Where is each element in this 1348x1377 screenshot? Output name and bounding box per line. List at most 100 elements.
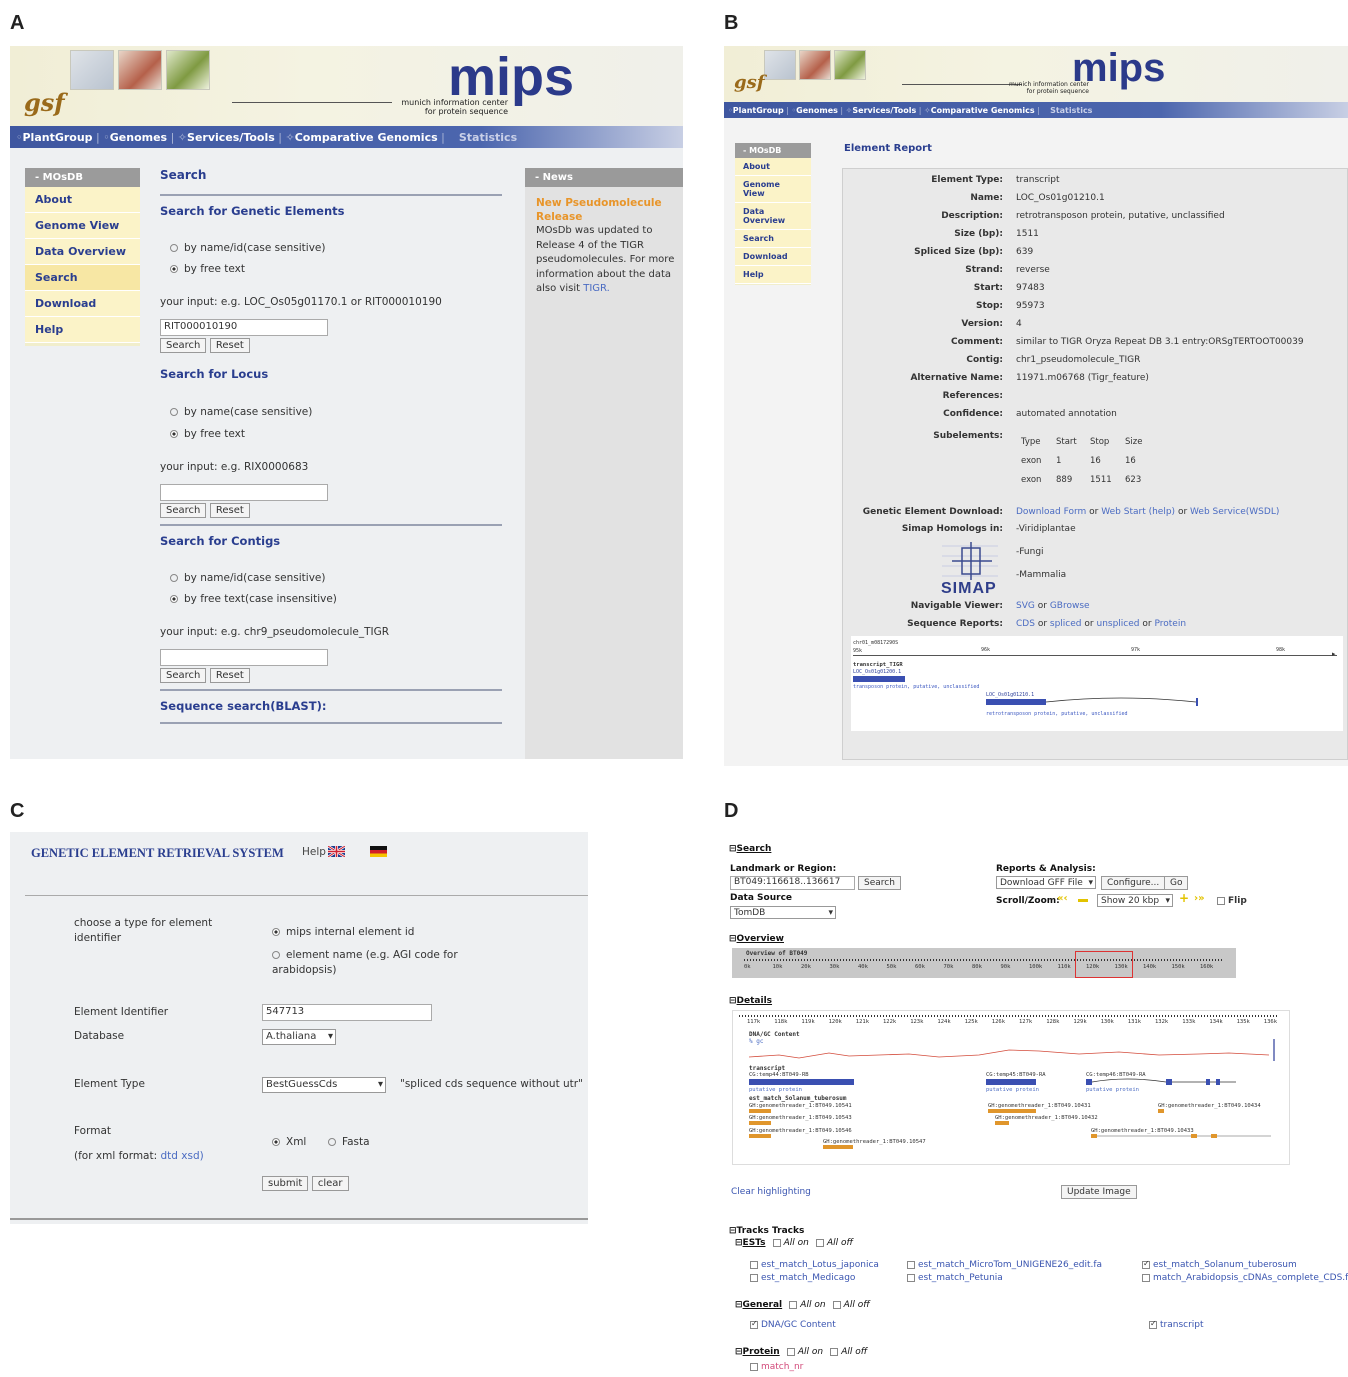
scroll-right-icon[interactable]: ›» <box>1194 893 1205 904</box>
collapse-icon[interactable]: ⊟ <box>729 844 737 854</box>
genetic-reset-button[interactable]: Reset <box>209 338 250 353</box>
feature-glyph[interactable] <box>853 676 905 682</box>
sidebar-item-data-overview[interactable]: Data Overview <box>735 203 811 230</box>
checkbox-icon[interactable] <box>789 1300 798 1309</box>
nav-plantgroup[interactable]: PlantGroup <box>733 106 784 115</box>
general-all-on[interactable]: All on <box>789 1300 826 1310</box>
expand-icon[interactable]: ⊟ <box>735 1347 743 1357</box>
search-button[interactable]: Search <box>858 876 901 890</box>
xsd-link[interactable]: xsd) <box>181 1150 203 1162</box>
database-select[interactable]: A.thaliana ▾ <box>262 1029 336 1045</box>
radio-icon[interactable] <box>328 1138 336 1146</box>
checkbox-icon[interactable] <box>1217 896 1225 905</box>
nav-plantgroup[interactable]: PlantGroup <box>23 131 93 144</box>
checkbox-icon[interactable] <box>750 1273 758 1282</box>
checkbox-icon[interactable] <box>750 1362 758 1371</box>
spliced-link[interactable]: spliced <box>1050 619 1082 629</box>
radio-icon[interactable] <box>170 574 178 582</box>
sidebar-item-genome-view[interactable]: Genome View <box>25 213 140 239</box>
sidebar-item-search[interactable]: Search <box>735 230 811 248</box>
track-option[interactable]: transcript <box>1149 1319 1204 1330</box>
protein-link[interactable]: Protein <box>1154 619 1186 629</box>
zoom-in-icon[interactable]: + <box>1179 891 1189 905</box>
est-feature[interactable] <box>749 1121 771 1125</box>
checkbox-icon[interactable] <box>772 1238 781 1247</box>
nav-genomes[interactable]: Genomes <box>796 106 838 115</box>
protein-title[interactable]: Protein <box>743 1347 780 1357</box>
overview-section-title[interactable]: ⊟Overview <box>729 934 784 944</box>
locus-input[interactable] <box>160 484 328 501</box>
radio-icon[interactable] <box>170 244 178 252</box>
checkbox-checked-icon[interactable] <box>1142 1259 1150 1269</box>
go-button[interactable]: Go <box>1164 876 1189 890</box>
nav-comparative-genomics[interactable]: Comparative Genomics <box>931 106 1035 115</box>
zoom-select[interactable]: Show 20 kbp ▾ <box>1097 894 1173 907</box>
web-service-link[interactable]: Web Service(WSDL) <box>1190 507 1279 517</box>
track-image[interactable]: chr01_m0817290S 95k ▸ 96k 97k 98k transc… <box>851 636 1343 731</box>
track-option[interactable]: match_Arabidopsis_cDNAs_complete_CDS.fa <box>1142 1273 1348 1283</box>
locus-search-button[interactable]: Search <box>160 503 207 518</box>
source-select[interactable]: TomDB ▾ <box>730 906 836 919</box>
overview-highlight[interactable] <box>1075 951 1133 978</box>
track-option[interactable]: DNA/GC Content <box>750 1319 836 1330</box>
checkbox-icon[interactable] <box>816 1238 824 1247</box>
collapse-icon[interactable]: ⊟ <box>735 1300 743 1310</box>
details-panel[interactable]: 117k 118k 119k 120k 121k 122k 123k 124k 125k 126k… <box>732 1010 1290 1165</box>
radio-icon[interactable] <box>272 951 280 959</box>
sidebar-item-search[interactable]: Search <box>25 265 140 291</box>
sidebar-item-download[interactable]: Download <box>25 291 140 317</box>
track-option[interactable]: est_match_Petunia <box>907 1273 1003 1283</box>
type-select[interactable]: BestGuessCds ▾ <box>262 1077 386 1093</box>
submit-button[interactable]: submit <box>262 1176 309 1191</box>
transcript-feature[interactable] <box>986 1079 1036 1085</box>
identifier-input[interactable]: 547713 <box>262 1004 432 1021</box>
german-flag-icon[interactable] <box>370 846 387 857</box>
checkbox-checked-icon[interactable] <box>1149 1319 1157 1329</box>
reports-select[interactable]: Download GFF File ▾ <box>996 876 1096 889</box>
general-title[interactable]: General <box>743 1300 783 1310</box>
scroll-left-icon[interactable]: «‹ <box>1057 893 1068 904</box>
format-fasta-option[interactable]: Fasta <box>328 1136 370 1148</box>
sidebar-item-data-overview[interactable]: Data Overview <box>25 239 140 265</box>
contigs-input[interactable] <box>160 649 328 666</box>
est-feature[interactable] <box>995 1121 1009 1125</box>
feature-glyph[interactable] <box>986 696 1206 708</box>
ests-title[interactable]: ESTs <box>743 1238 766 1248</box>
ests-all-off[interactable]: All off <box>816 1238 853 1248</box>
contig-link[interactable]: chr1_pseudomolecule_TIGR <box>1016 355 1140 365</box>
nav-comparative-genomics[interactable]: Comparative Genomics <box>295 131 438 144</box>
collapse-icon[interactable]: ⊟ <box>729 996 737 1006</box>
protein-all-off[interactable]: All off <box>830 1347 867 1357</box>
collapse-icon[interactable]: ⊟ <box>729 1226 737 1236</box>
track-option[interactable]: est_match_Medicago <box>750 1273 855 1283</box>
download-form-link[interactable]: Download Form <box>1016 507 1086 517</box>
track-option[interactable]: est_match_MicroTom_UNIGENE26_edit.fa <box>907 1260 1102 1270</box>
nav-statistics[interactable]: Statistics <box>1050 106 1092 115</box>
clear-highlighting-link[interactable]: Clear highlighting <box>731 1187 811 1197</box>
tigr-link[interactable]: TIGR. <box>583 283 610 294</box>
transcript-feature[interactable] <box>1086 1078 1256 1087</box>
format-xml-option[interactable]: Xml <box>272 1136 306 1148</box>
search-section-title[interactable]: ⊟Search <box>729 844 771 854</box>
sidebar-item-download[interactable]: Download <box>735 248 811 266</box>
web-start-link[interactable]: Web Start (help) <box>1101 507 1175 517</box>
dtd-link[interactable]: dtd <box>160 1150 177 1162</box>
checkbox-icon[interactable] <box>1142 1273 1150 1282</box>
help-link[interactable]: Help <box>302 846 326 858</box>
contigs-opt-name[interactable]: by name/id(case sensitive) <box>170 572 502 584</box>
checkbox-icon[interactable] <box>750 1260 758 1269</box>
checkbox-icon[interactable] <box>907 1273 915 1282</box>
uk-flag-icon[interactable] <box>328 846 345 857</box>
contigs-reset-button[interactable]: Reset <box>209 668 250 683</box>
est-feature[interactable] <box>749 1134 771 1138</box>
radio-icon[interactable] <box>170 408 178 416</box>
nav-genomes[interactable]: Genomes <box>110 131 167 144</box>
genetic-input[interactable]: RIT000010190 <box>160 319 328 336</box>
checkbox-icon[interactable] <box>907 1260 915 1269</box>
simap-fungi-link[interactable]: -Fungi <box>1016 547 1044 557</box>
details-section-title[interactable]: ⊟Details <box>729 996 772 1006</box>
track-option[interactable]: est_match_Solanum_tuberosum <box>1142 1259 1297 1270</box>
est-feature[interactable] <box>1158 1109 1164 1113</box>
est-feature[interactable] <box>823 1145 853 1149</box>
transcript-feature[interactable] <box>749 1079 854 1085</box>
